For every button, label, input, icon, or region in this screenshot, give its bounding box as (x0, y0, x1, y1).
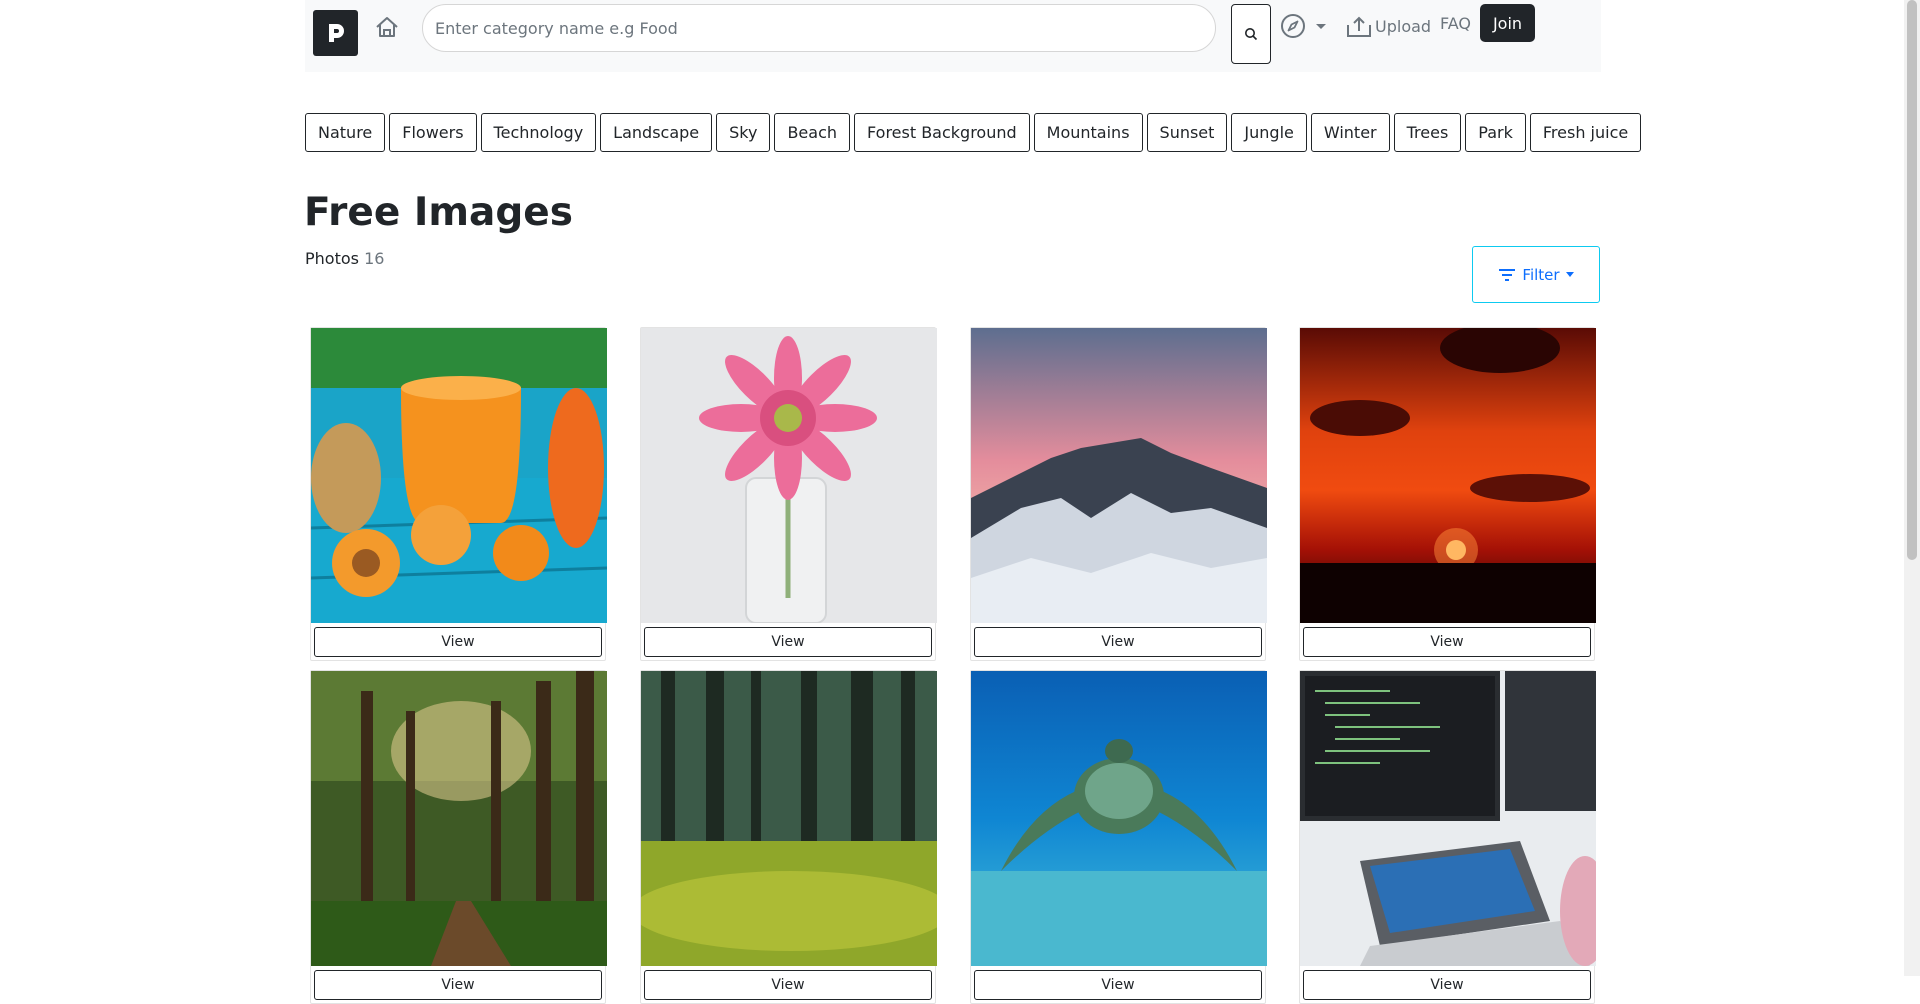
search-button[interactable] (1231, 4, 1271, 64)
category-beach[interactable]: Beach (774, 113, 851, 152)
site-logo[interactable] (313, 10, 358, 56)
scrollbar-thumb[interactable] (1907, 0, 1917, 560)
image-card: View (970, 327, 1267, 661)
category-bar: Nature Flowers Technology Landscape Sky … (305, 113, 1642, 152)
image-card: View (970, 670, 1267, 1004)
pink-flower-image[interactable] (641, 328, 937, 623)
filter-button[interactable]: Filter (1472, 246, 1600, 303)
chevron-down-icon (1316, 23, 1326, 29)
mountain-image[interactable] (971, 328, 1267, 623)
logo-icon (328, 24, 344, 42)
category-mountains[interactable]: Mountains (1033, 113, 1143, 152)
pine-forest-image[interactable] (641, 671, 937, 966)
category-technology[interactable]: Technology (480, 113, 597, 152)
orange-juice-image[interactable] (311, 328, 607, 623)
view-button[interactable]: View (974, 970, 1262, 1000)
view-button[interactable]: View (1303, 627, 1591, 657)
category-park[interactable]: Park (1465, 113, 1526, 152)
image-card: View (310, 670, 607, 1004)
category-fresh-juice[interactable]: Fresh juice (1529, 113, 1642, 152)
image-card: View (640, 670, 937, 1004)
page-scrollbar[interactable] (1904, 0, 1920, 976)
category-landscape[interactable]: Landscape (600, 113, 713, 152)
category-forest-background[interactable]: Forest Background (854, 113, 1030, 152)
search-input[interactable] (422, 4, 1216, 52)
home-icon[interactable] (374, 14, 400, 40)
filter-icon (1499, 268, 1516, 281)
category-jungle[interactable]: Jungle (1231, 113, 1307, 152)
category-sunset[interactable]: Sunset (1146, 113, 1228, 152)
join-button[interactable]: Join (1480, 4, 1535, 42)
view-button[interactable]: View (644, 627, 932, 657)
category-sky[interactable]: Sky (716, 113, 771, 152)
page-title: Free Images (304, 190, 573, 235)
photos-count-value: 16 (364, 249, 385, 268)
compass-icon (1281, 14, 1305, 38)
search-icon (1245, 28, 1258, 41)
view-button[interactable]: View (314, 970, 602, 1000)
explore-dropdown[interactable] (1280, 12, 1330, 40)
category-nature[interactable]: Nature (305, 113, 386, 152)
view-button[interactable]: View (314, 627, 602, 657)
image-card: View (310, 327, 607, 661)
upload-label: Upload (1375, 16, 1432, 36)
view-button[interactable]: View (974, 627, 1262, 657)
view-button[interactable]: View (644, 970, 932, 1000)
category-winter[interactable]: Winter (1310, 113, 1390, 152)
upload-icon (1347, 16, 1371, 37)
upload-link[interactable]: Upload (1345, 12, 1431, 40)
navbar: Upload FAQ Join (305, 0, 1601, 72)
photos-count: Photos 16 (305, 249, 384, 268)
red-sunset-image[interactable] (1300, 328, 1596, 623)
image-card: View (1299, 327, 1596, 661)
sea-turtle-image[interactable] (971, 671, 1267, 966)
image-card: View (640, 327, 937, 661)
chevron-down-icon (1565, 272, 1574, 277)
forest-path-image[interactable] (311, 671, 607, 966)
view-button[interactable]: View (1303, 970, 1591, 1000)
faq-link[interactable]: FAQ (1440, 14, 1471, 33)
category-trees[interactable]: Trees (1393, 113, 1462, 152)
filter-label: Filter (1522, 265, 1560, 284)
category-flowers[interactable]: Flowers (389, 113, 477, 152)
image-card: View (1299, 670, 1596, 1004)
coding-laptop-image[interactable] (1300, 671, 1596, 966)
photos-label: Photos (305, 249, 359, 268)
